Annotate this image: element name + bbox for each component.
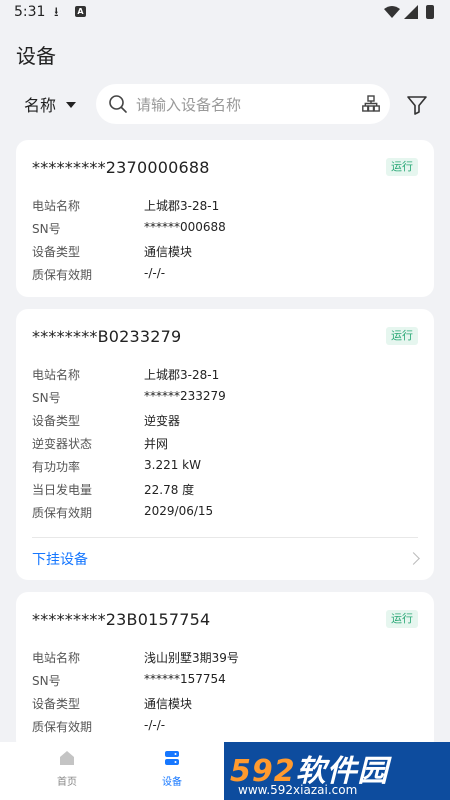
info-row: 电站名称 浅山别墅3期39号 xyxy=(32,649,418,672)
info-value: 浅山别墅3期39号 xyxy=(144,651,239,665)
status-badge: 运行 xyxy=(386,327,418,345)
search-icon xyxy=(109,95,127,113)
info-row: 设备类型 通信模块 xyxy=(32,243,418,266)
info-row: SN号 ******233279 xyxy=(32,389,418,412)
sort-label: 名称 xyxy=(24,96,57,115)
search-row: 名称 xyxy=(0,84,450,124)
info-row: 设备类型 逆变器 xyxy=(32,412,418,435)
info-row: SN号 ******000688 xyxy=(32,220,418,243)
page-title: 设备 xyxy=(16,44,56,68)
info-key: SN号 xyxy=(32,391,61,405)
info-row: 逆变器状态 并网 xyxy=(32,435,418,458)
device-card[interactable]: ********B0233279 运行 电站名称 上城郡3-28-1 SN号 ***… xyxy=(16,309,434,580)
device-id: ********B0233279 xyxy=(32,327,182,346)
info-key: SN号 xyxy=(32,674,61,688)
info-key: 有功功率 xyxy=(32,460,81,474)
info-value: 逆变器 xyxy=(144,414,181,428)
info-key: 当日发电量 xyxy=(32,483,93,497)
watermark-logo: 592软件园 www.592xiazai.com xyxy=(224,742,450,800)
status-badge: 运行 xyxy=(386,158,418,176)
sort-dropdown[interactable]: 名称 xyxy=(24,92,77,116)
info-key: 质保有效期 xyxy=(32,506,93,520)
sub-devices-link[interactable]: 下挂设备 xyxy=(32,549,88,569)
info-key: 电站名称 xyxy=(32,368,81,382)
tab-home[interactable]: 首页 xyxy=(32,748,102,788)
info-row: 设备类型 通信模块 xyxy=(32,695,418,718)
info-row: 当日发电量 22.78 度 xyxy=(32,481,418,504)
info-key: 设备类型 xyxy=(32,697,81,711)
info-key: 电站名称 xyxy=(32,199,81,213)
info-key: SN号 xyxy=(32,222,61,236)
battery-icon xyxy=(426,5,434,19)
info-row: 电站名称 上城郡3-28-1 xyxy=(32,197,418,220)
info-row: 电站名称 上城郡3-28-1 xyxy=(32,366,418,389)
search-box[interactable] xyxy=(96,84,390,124)
info-value: 通信模块 xyxy=(144,245,193,259)
info-row: 质保有效期 -/-/- xyxy=(32,718,418,741)
caret-down-icon xyxy=(66,102,77,108)
device-card[interactable]: *********23B0157754 运行 电站名称 浅山别墅3期39号 SN号… xyxy=(16,592,434,752)
info-value: -/-/- xyxy=(144,718,166,732)
device-id: *********2370000688 xyxy=(32,158,210,177)
divider xyxy=(32,537,418,538)
info-key: 电站名称 xyxy=(32,651,81,665)
wifi-icon xyxy=(384,6,400,18)
info-value: 2029/06/15 xyxy=(144,504,214,518)
cellular-icon xyxy=(404,5,418,19)
tab-label: 首页 xyxy=(57,777,77,788)
info-value: -/-/- xyxy=(144,266,166,280)
info-value: 3.221 kW xyxy=(144,458,201,472)
info-value: ******000688 xyxy=(144,220,226,234)
info-row: 有功功率 3.221 kW xyxy=(32,458,418,481)
info-value: 通信模块 xyxy=(144,697,193,711)
info-key: 质保有效期 xyxy=(32,720,93,734)
status-badge: 运行 xyxy=(386,610,418,628)
info-value: ******157754 xyxy=(144,672,226,686)
home-icon xyxy=(60,751,74,765)
download-icon: ⭳ xyxy=(54,5,59,20)
info-value: 上城郡3-28-1 xyxy=(144,368,220,382)
tab-label: 设备 xyxy=(162,777,182,788)
hierarchy-icon[interactable] xyxy=(362,95,380,113)
info-value: 上城郡3-28-1 xyxy=(144,199,220,213)
info-row: 质保有效期 2029/06/15 xyxy=(32,504,418,527)
info-key: 逆变器状态 xyxy=(32,437,93,451)
info-value: 22.78 度 xyxy=(144,483,195,497)
device-id: *********23B0157754 xyxy=(32,610,211,629)
filter-icon[interactable] xyxy=(406,94,428,116)
info-row: SN号 ******157754 xyxy=(32,672,418,695)
tab-devices[interactable]: 设备 xyxy=(137,748,207,788)
info-key: 设备类型 xyxy=(32,414,81,428)
watermark-url: www.592xiazai.com xyxy=(238,783,358,797)
notification-app-icon: A xyxy=(75,6,86,17)
info-key: 设备类型 xyxy=(32,245,81,259)
device-card[interactable]: *********2370000688 运行 电站名称 上城郡3-28-1 SN号… xyxy=(16,140,434,297)
info-value: 并网 xyxy=(144,437,169,451)
chevron-right-icon[interactable] xyxy=(407,552,420,565)
device-icon xyxy=(165,751,179,765)
info-row: 质保有效期 -/-/- xyxy=(32,266,418,289)
info-value: ******233279 xyxy=(144,389,226,403)
status-time: 5:31 xyxy=(14,4,46,20)
search-input[interactable] xyxy=(134,92,348,118)
info-key: 质保有效期 xyxy=(32,268,93,282)
status-bar: 5:31 ⭳ A xyxy=(0,0,450,26)
